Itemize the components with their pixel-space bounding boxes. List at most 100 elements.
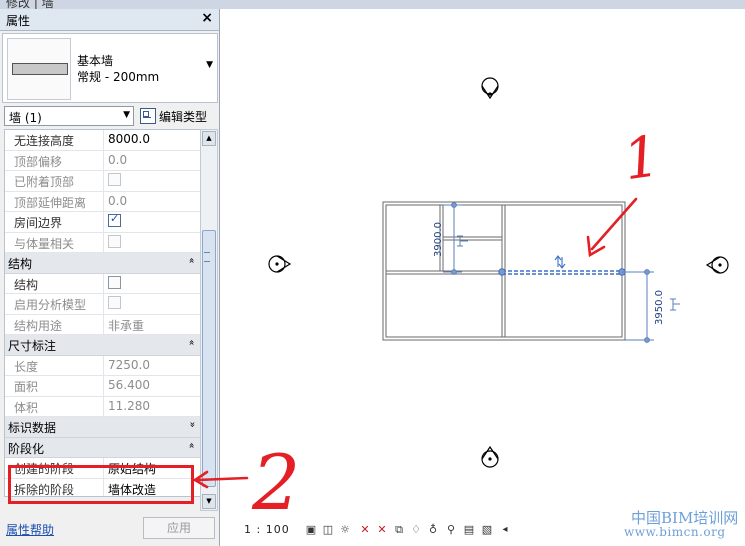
drawing-canvas[interactable]: 3900.0 3950.0 1 2 xyxy=(222,9,745,527)
property-value[interactable]: 56.400 xyxy=(108,378,150,392)
elevation-marker-south-icon[interactable] xyxy=(481,445,499,468)
property-row: 长度 7250.0 xyxy=(5,355,201,376)
floor-plan[interactable]: 3900.0 3950.0 1 2 xyxy=(222,9,745,527)
property-grid: 无连接高度 8000.0 顶部偏移 0.0 已附着顶部顶部延伸距离 0.0 房间边界与体量相… xyxy=(4,129,202,497)
elevation-marker-north-icon[interactable] xyxy=(481,77,499,100)
annotation-arrow-1 xyxy=(586,197,638,258)
analysis-display-icon[interactable]: ▤ xyxy=(462,523,476,536)
property-value-cell[interactable] xyxy=(103,212,201,232)
properties-footer: 属性帮助 应用 xyxy=(0,514,219,546)
property-label: 长度 xyxy=(14,359,39,374)
selected-wall[interactable] xyxy=(498,268,626,276)
elevation-marker-east-icon[interactable] xyxy=(705,256,729,274)
temp-dimension-right[interactable] xyxy=(622,269,680,343)
detail-level-icon[interactable]: ▣ xyxy=(304,523,318,536)
window-title-bar: 修改 | 墙 xyxy=(0,0,745,9)
edit-type-icon xyxy=(140,108,156,124)
property-value-cell[interactable]: 7250.0 xyxy=(103,355,201,375)
collapse-toggle-icon[interactable]: » xyxy=(186,339,197,345)
edit-type-button[interactable]: 编辑类型 xyxy=(140,106,216,124)
visual-style-icon[interactable]: ◫ xyxy=(321,523,335,536)
property-value-cell[interactable]: 11.280 xyxy=(103,396,201,416)
property-value-cell[interactable]: 8000.0 xyxy=(103,130,201,150)
collapse-toggle-icon[interactable]: » xyxy=(186,421,197,427)
property-value-cell[interactable] xyxy=(103,294,201,314)
property-checkbox[interactable] xyxy=(108,234,121,248)
property-row: 无连接高度 8000.0 xyxy=(5,130,201,151)
property-section-header[interactable]: 标识数据 » xyxy=(5,417,201,438)
property-section-header[interactable]: 尺寸标注 » xyxy=(5,335,201,356)
chevron-left-icon[interactable]: ◂ xyxy=(498,523,512,536)
highlight-displacement-icon[interactable]: ▧ xyxy=(480,523,494,536)
property-value-cell[interactable] xyxy=(103,273,201,293)
property-value[interactable]: 0.0 xyxy=(108,194,127,208)
instance-filter-dropdown[interactable]: 墙 (1) ▼ xyxy=(4,106,134,126)
property-value[interactable]: 11.280 xyxy=(108,399,150,413)
property-section-header[interactable]: 结构 » xyxy=(5,253,201,274)
property-label: 顶部延伸距离 xyxy=(14,195,87,210)
scroll-thumb[interactable] xyxy=(202,230,216,487)
properties-title: 属性 xyxy=(6,14,31,28)
flip-control-icon[interactable] xyxy=(554,255,566,269)
collapse-toggle-icon[interactable]: » xyxy=(186,442,197,448)
property-section-header[interactable]: 阶段化 » xyxy=(5,437,201,458)
view-scale[interactable]: 1 : 100 xyxy=(244,523,290,536)
property-label: 房间边界 xyxy=(14,216,63,230)
property-label: 结构用途 xyxy=(14,318,63,333)
rendering-icon[interactable]: ✕ xyxy=(375,523,389,536)
property-row: 结构用途 非承重 xyxy=(5,314,201,335)
property-value[interactable]: 0.0 xyxy=(108,153,127,167)
property-checkbox[interactable] xyxy=(108,296,121,309)
scroll-up-icon[interactable]: ▲ xyxy=(202,131,216,146)
property-label: 体积 xyxy=(14,400,39,415)
crop-view-icon[interactable]: ⧉ xyxy=(392,523,406,536)
section-label: 标识数据 xyxy=(8,421,57,435)
show-crop-icon[interactable]: ♢ xyxy=(409,523,423,536)
property-value-cell[interactable]: 56.400 xyxy=(103,376,201,396)
dim-vertical-left-text[interactable]: 3900.0 xyxy=(433,222,444,257)
dim-vertical-right-text[interactable]: 3950.0 xyxy=(654,290,665,325)
property-checkbox[interactable] xyxy=(108,275,121,289)
property-checkbox[interactable] xyxy=(108,212,121,227)
temp-dimension-left[interactable] xyxy=(443,202,468,275)
annotation-number-2: 2 xyxy=(251,438,300,520)
property-value-cell[interactable]: 0.0 xyxy=(103,150,201,170)
chevron-down-icon[interactable]: ▼ xyxy=(123,110,130,120)
type-preview-image xyxy=(7,38,71,100)
property-value-cell[interactable]: 0.0 xyxy=(103,191,201,211)
property-row: 顶部偏移 0.0 xyxy=(5,150,201,171)
close-icon[interactable]: × xyxy=(201,10,213,26)
temporary-hide-icon[interactable]: ♁ xyxy=(426,523,440,536)
property-row: 体积 11.280 xyxy=(5,396,201,417)
property-value[interactable]: 7250.0 xyxy=(108,358,150,372)
property-row: 启用分析模型 xyxy=(5,294,201,315)
elevation-marker-west-icon[interactable] xyxy=(268,255,292,273)
property-value-cell[interactable] xyxy=(103,171,201,191)
annotation-number-1: 1 xyxy=(620,124,664,193)
section-label: 阶段化 xyxy=(8,441,45,456)
reveal-hidden-icon[interactable]: ⚲ xyxy=(444,523,458,536)
property-value-cell[interactable] xyxy=(103,232,201,252)
chevron-down-icon[interactable]: ▼ xyxy=(206,60,213,70)
property-label: 与体量相关 xyxy=(14,236,75,251)
type-selector[interactable]: 基本墙 常规 - 200mm ▼ xyxy=(2,33,218,103)
property-row: 面积 56.400 xyxy=(5,376,201,397)
sun-path-icon[interactable]: ☼ xyxy=(338,523,352,536)
watermark-url: www.bimcn.org xyxy=(624,525,726,539)
property-row: 已附着顶部 xyxy=(5,171,201,192)
property-value[interactable]: 非承重 xyxy=(108,317,144,334)
shadows-icon[interactable]: ✕ xyxy=(358,523,372,536)
section-label: 尺寸标注 xyxy=(8,339,57,353)
instance-filter-value: 墙 (1) xyxy=(9,111,42,125)
view-control-bar: 1 : 100 ▣ ◫ ☼ ✕ ✕ ⧉ ♢ ♁ ⚲ ▤ ▧ ◂ xyxy=(222,520,522,542)
properties-help-link[interactable]: 属性帮助 xyxy=(6,521,54,538)
annotation-arrow-2 xyxy=(192,470,249,489)
scroll-grip-icon xyxy=(204,252,210,262)
property-value-cell[interactable]: 非承重 xyxy=(103,314,201,334)
apply-button[interactable]: 应用 xyxy=(143,517,215,539)
property-scrollbar[interactable]: ▲ ▼ xyxy=(200,129,218,511)
property-checkbox[interactable] xyxy=(108,173,121,186)
properties-header: 属性 × xyxy=(0,9,219,31)
property-value[interactable]: 8000.0 xyxy=(108,132,150,146)
collapse-toggle-icon[interactable]: » xyxy=(186,257,197,263)
